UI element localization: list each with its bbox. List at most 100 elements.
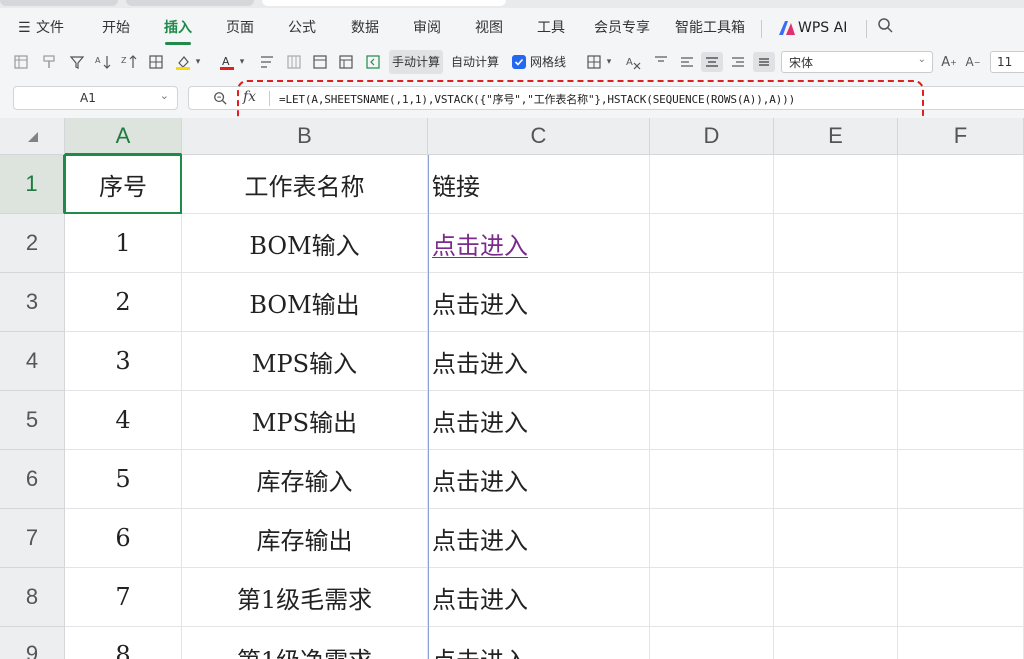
document-tab-active[interactable] xyxy=(262,0,506,6)
cell-empty[interactable] xyxy=(774,155,898,214)
cell-c3-link[interactable]: 点击进入 xyxy=(428,273,650,332)
row-header[interactable]: 7 xyxy=(0,509,65,568)
align-right-icon[interactable] xyxy=(729,53,747,71)
cell-empty[interactable] xyxy=(774,568,898,627)
cell-a8[interactable]: 7 xyxy=(65,568,182,627)
cell-empty[interactable] xyxy=(898,627,1024,659)
cell-b8[interactable]: 第1级毛需求 xyxy=(182,568,428,627)
row-header[interactable]: 9 xyxy=(0,627,65,659)
zoom-formula-icon[interactable] xyxy=(213,90,227,109)
tab-data[interactable]: 数据 xyxy=(351,19,379,37)
cell-empty[interactable] xyxy=(898,509,1024,568)
cell-b7[interactable]: 库存输出 xyxy=(182,509,428,568)
row-header[interactable]: 4 xyxy=(0,332,65,391)
cell-empty[interactable] xyxy=(898,332,1024,391)
cell-c7-link[interactable]: 点击进入 xyxy=(428,509,650,568)
align-left-icon[interactable] xyxy=(678,53,696,71)
align-top-icon[interactable] xyxy=(652,53,670,71)
cell-empty[interactable] xyxy=(650,450,774,509)
decrease-font-size-icon[interactable]: A − xyxy=(964,53,982,71)
filter-icon[interactable] xyxy=(68,53,86,71)
tab-home[interactable]: 开始 xyxy=(102,19,130,37)
table-style-icon[interactable] xyxy=(12,53,30,71)
cell-empty[interactable] xyxy=(898,450,1024,509)
search-icon[interactable] xyxy=(877,17,893,38)
cell-empty[interactable] xyxy=(650,509,774,568)
cell-empty[interactable] xyxy=(650,568,774,627)
cell-empty[interactable] xyxy=(898,391,1024,450)
insert-function-icon[interactable]: fx xyxy=(243,89,256,105)
tab-insert[interactable]: 插入 xyxy=(164,19,192,37)
cell-b1[interactable]: 工作表名称 xyxy=(182,155,428,214)
column-header-b[interactable]: B xyxy=(182,118,428,155)
freeze-panes-icon[interactable] xyxy=(311,53,329,71)
row-header[interactable]: 6 xyxy=(0,450,65,509)
cell-a9[interactable]: 8 xyxy=(65,627,182,659)
tab-review[interactable]: 审阅 xyxy=(413,19,441,37)
tab-member[interactable]: 会员专享 xyxy=(594,19,650,37)
cell-empty[interactable] xyxy=(774,450,898,509)
column-header-d[interactable]: D xyxy=(650,118,774,155)
cell-b6[interactable]: 库存输入 xyxy=(182,450,428,509)
table-grid-icon[interactable] xyxy=(337,53,355,71)
cell-empty[interactable] xyxy=(774,214,898,273)
name-box[interactable]: A1 ⌄ xyxy=(13,86,178,110)
cell-b5[interactable]: MPS输出 xyxy=(182,391,428,450)
merge-cells-icon[interactable] xyxy=(285,53,303,71)
tab-smart-toolbox[interactable]: 智能工具箱 xyxy=(675,19,745,37)
insert-link-icon[interactable] xyxy=(364,53,382,71)
cell-empty[interactable] xyxy=(650,332,774,391)
cell-empty[interactable] xyxy=(774,509,898,568)
cell-c8-link[interactable]: 点击进入 xyxy=(428,568,650,627)
cell-empty[interactable] xyxy=(774,273,898,332)
cell-empty[interactable] xyxy=(898,155,1024,214)
wrap-text-icon[interactable] xyxy=(258,53,276,71)
manual-calc-button[interactable]: 手动计算 xyxy=(389,50,444,74)
font-color-icon[interactable]: A xyxy=(218,53,236,71)
row-header[interactable]: 1 xyxy=(0,155,65,214)
column-header-a[interactable]: A xyxy=(65,118,182,155)
align-center-icon[interactable] xyxy=(703,53,721,71)
cell-c1[interactable]: 链接 xyxy=(428,155,650,214)
chevron-down-icon[interactable]: ⌄ xyxy=(160,89,169,102)
cell-b9[interactable]: 第1级净需求 xyxy=(182,627,428,659)
row-header[interactable]: 3 xyxy=(0,273,65,332)
cell-a1[interactable]: 序号 xyxy=(65,155,182,214)
hamburger-menu-icon[interactable]: ☰ xyxy=(18,19,31,37)
document-tab[interactable] xyxy=(126,0,254,6)
align-middle-icon[interactable] xyxy=(755,53,773,71)
formula-input[interactable]: fx =LET(A,SHEETSNAME(,1,1),VSTACK({"序号",… xyxy=(188,86,1024,110)
tab-formulas[interactable]: 公式 xyxy=(288,19,316,37)
column-header-c[interactable]: C xyxy=(428,118,650,155)
fill-color-dropdown-icon[interactable]: ▾ xyxy=(193,53,203,71)
sort-descending-icon[interactable]: Z xyxy=(120,53,138,71)
row-header[interactable]: 2 xyxy=(0,214,65,273)
fill-color-icon[interactable] xyxy=(174,53,192,71)
cell-c4-link[interactable]: 点击进入 xyxy=(428,332,650,391)
cell-a4[interactable]: 3 xyxy=(65,332,182,391)
cell-empty[interactable] xyxy=(650,214,774,273)
row-header[interactable]: 8 xyxy=(0,568,65,627)
cell-empty[interactable] xyxy=(650,273,774,332)
cell-c6-link[interactable]: 点击进入 xyxy=(428,450,650,509)
cell-b3[interactable]: BOM输出 xyxy=(182,273,428,332)
row-header[interactable]: 5 xyxy=(0,391,65,450)
cell-c2-link[interactable]: 点击进入 xyxy=(428,214,650,273)
cell-style-icon[interactable] xyxy=(585,53,603,71)
cell-empty[interactable] xyxy=(898,273,1024,332)
gridlines-checkbox[interactable] xyxy=(512,55,526,69)
cell-style-dropdown-icon[interactable]: ▾ xyxy=(604,53,614,71)
auto-calc-button[interactable]: 自动计算 xyxy=(451,54,499,70)
cell-a6[interactable]: 5 xyxy=(65,450,182,509)
font-family-select[interactable]: 宋体 ⌄ xyxy=(781,51,933,73)
cell-empty[interactable] xyxy=(650,155,774,214)
column-header-e[interactable]: E xyxy=(774,118,898,155)
font-size-input[interactable]: 11 xyxy=(990,51,1024,73)
menu-file[interactable]: 文件 xyxy=(36,19,64,37)
cell-a5[interactable]: 4 xyxy=(65,391,182,450)
cell-a2[interactable]: 1 xyxy=(65,214,182,273)
format-painter-icon[interactable] xyxy=(40,53,58,71)
tab-tools[interactable]: 工具 xyxy=(537,19,565,37)
cell-c5-link[interactable]: 点击进入 xyxy=(428,391,650,450)
wps-ai-button[interactable]: WPS AI xyxy=(798,19,847,37)
